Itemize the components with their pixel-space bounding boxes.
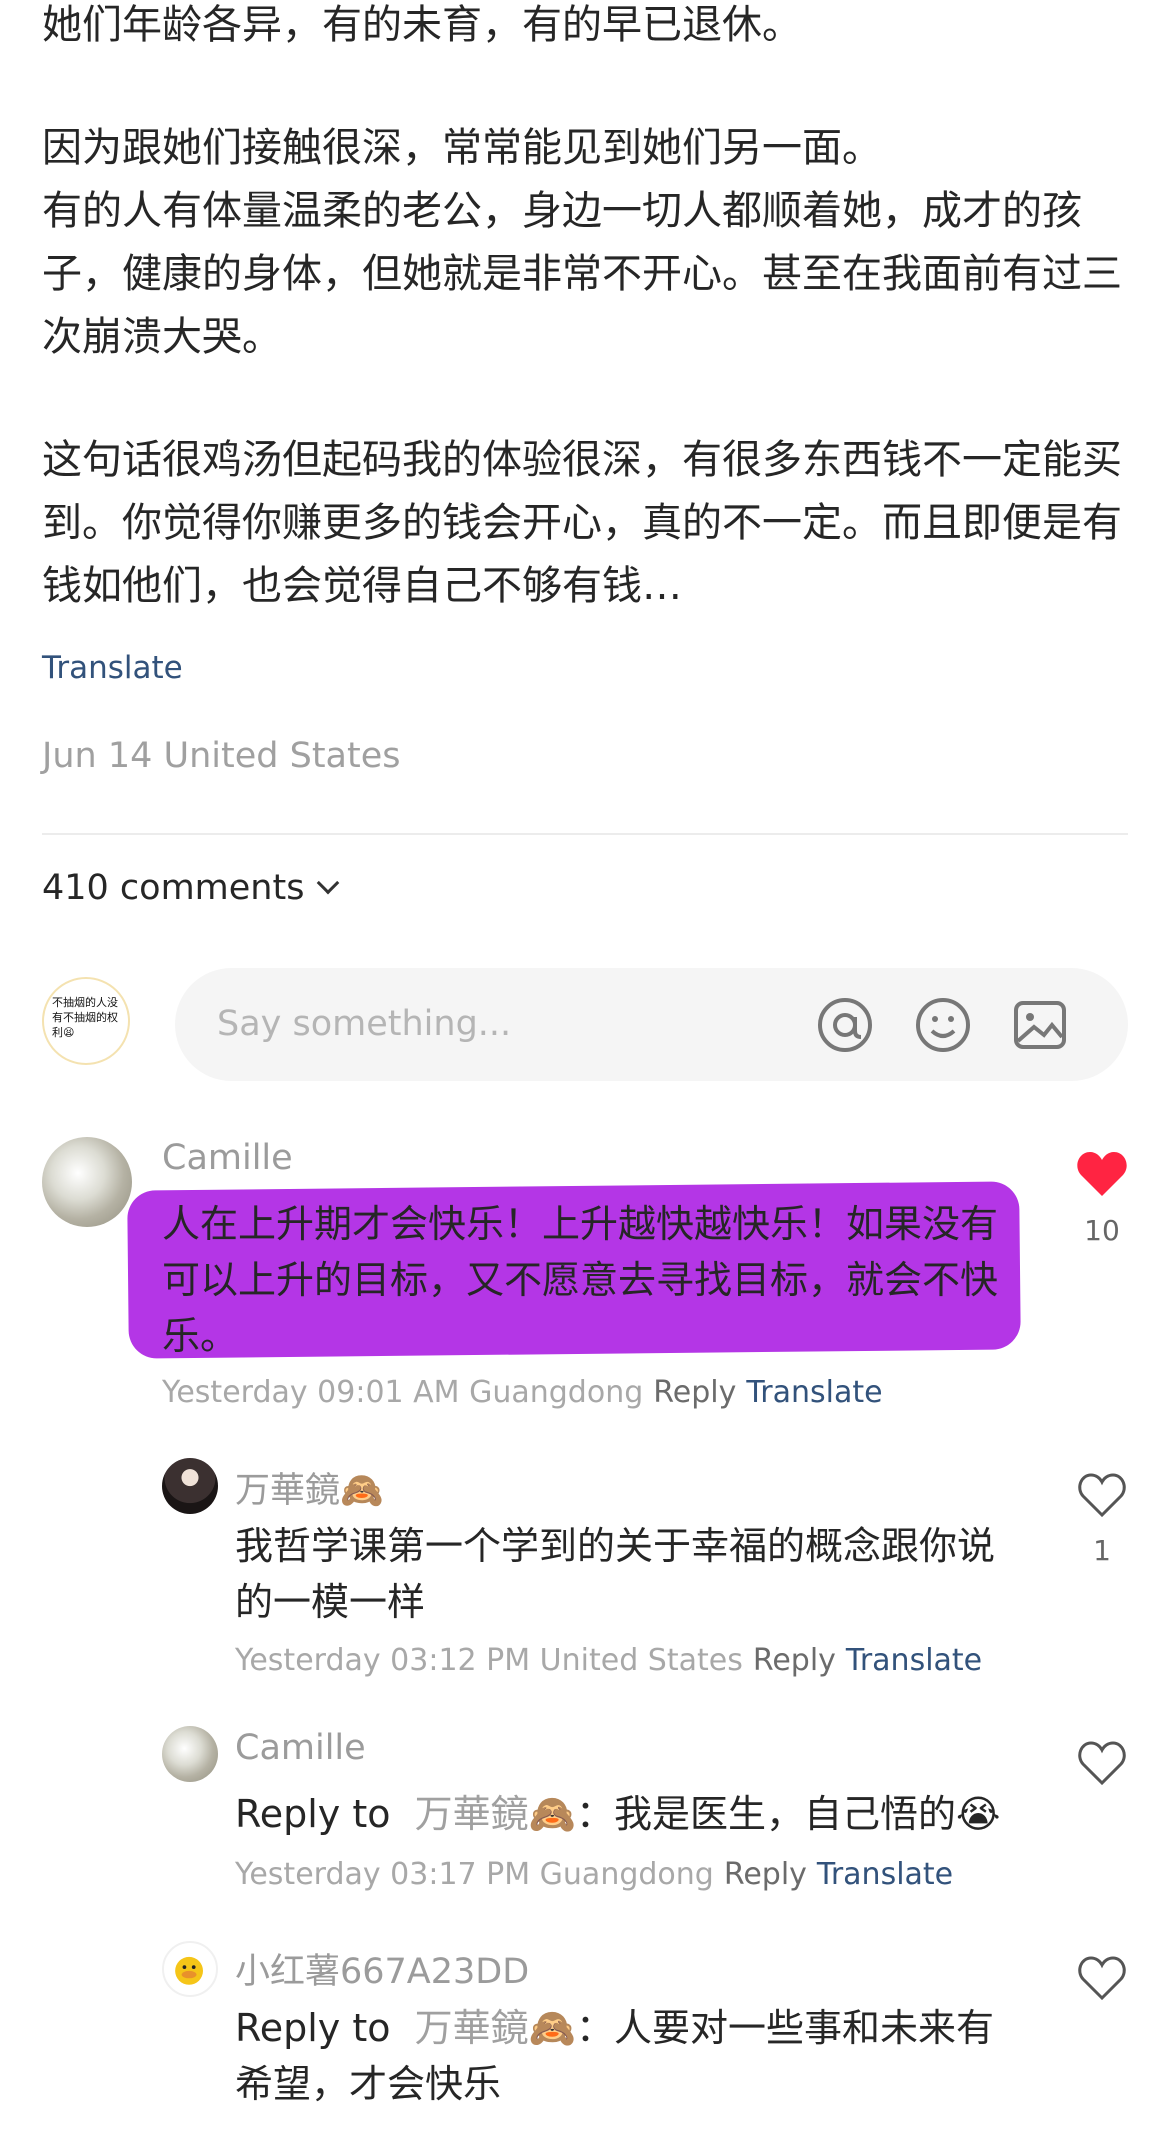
heart-outline-icon[interactable] bbox=[1076, 1739, 1128, 1787]
reply-author[interactable]: 万華鏡🙈 bbox=[235, 1462, 384, 1513]
reply-to-prefix: Reply to bbox=[235, 2006, 391, 2050]
reply-timestamp: Yesterday 03:17 PM Guangdong bbox=[235, 1857, 714, 1892]
comment-author[interactable]: Camille bbox=[162, 1138, 293, 1178]
reply-text: Reply to 万華鏡🙈：人要对一些事和未来有希望，才会快乐 bbox=[235, 2000, 1025, 2112]
chevron-down-icon bbox=[317, 871, 340, 895]
emoji-icon[interactable] bbox=[913, 995, 973, 1055]
like-count: 10 bbox=[1084, 1214, 1120, 1247]
translate-link[interactable]: Translate bbox=[746, 1375, 882, 1410]
avatar[interactable] bbox=[42, 1137, 132, 1227]
avatar[interactable] bbox=[162, 1458, 218, 1514]
reply-to-name[interactable]: 万華鏡🙈 bbox=[415, 2006, 576, 2050]
reply-to-name[interactable]: 万華鏡🙈 bbox=[415, 1792, 576, 1836]
heart-outline-icon[interactable] bbox=[1076, 1471, 1128, 1519]
heart-filled-icon[interactable] bbox=[1076, 1150, 1128, 1198]
comment-composer[interactable] bbox=[175, 968, 1128, 1081]
comment-text: 人在上升期才会快乐！上升越快越快乐！如果没有可以上升的目标，又不愿意去寻找目标，… bbox=[162, 1202, 999, 1358]
reply-text: 我哲学课第一个学到的关于幸福的概念跟你说的一模一样 bbox=[235, 1524, 996, 1624]
like-count: 1 bbox=[1093, 1534, 1111, 1567]
comment-input[interactable] bbox=[217, 996, 777, 1052]
reply-author[interactable]: Camille bbox=[235, 1728, 366, 1768]
post-paragraph: 她们年龄各异，有的未育，有的早已退休。 bbox=[42, 2, 802, 48]
reply-body: ：我是医生，自己悟的😭 bbox=[575, 1792, 1001, 1836]
avatar[interactable] bbox=[162, 1726, 218, 1782]
post-body: 她们年龄各异，有的未育，有的早已退休。 因为跟她们接触很深，常常能见到她们另一面… bbox=[42, 0, 1132, 678]
duck-avatar-icon bbox=[175, 1956, 203, 1985]
at-icon[interactable] bbox=[815, 995, 875, 1055]
divider bbox=[42, 833, 1128, 835]
post-paragraph: 因为跟她们接触很深，常常能见到她们另一面。 有的人有体量温柔的老公，身边一切人都… bbox=[42, 125, 1122, 360]
translate-link[interactable]: Translate bbox=[846, 1643, 982, 1678]
translate-post-link[interactable]: Translate bbox=[42, 650, 183, 686]
comment-timestamp: Yesterday 09:01 AM Guangdong bbox=[162, 1375, 644, 1410]
avatar[interactable] bbox=[162, 1941, 218, 1997]
translate-link[interactable]: Translate bbox=[817, 1857, 953, 1892]
post-date-location: Jun 14 United States bbox=[42, 736, 401, 776]
reply-to-prefix: Reply to bbox=[235, 1792, 391, 1836]
heart-outline-icon[interactable] bbox=[1076, 1954, 1128, 2002]
my-avatar-text: 不抽烟的人没有不抽烟的权利😫 bbox=[52, 996, 118, 1039]
comment-meta: Yesterday 09:01 AM Guangdong Reply Transla… bbox=[162, 1375, 883, 1410]
reply-meta: Yesterday 03:12 PM United States Reply Tra… bbox=[235, 1643, 982, 1678]
comments-sort-toggle[interactable]: 410 comments bbox=[42, 868, 340, 908]
reply-timestamp: Yesterday 03:12 PM United States bbox=[235, 1643, 743, 1678]
reply-text: Reply to 万華鏡🙈：我是医生，自己悟的😭 bbox=[235, 1786, 1065, 1842]
image-icon[interactable] bbox=[1010, 995, 1070, 1055]
reply-button[interactable]: Reply bbox=[753, 1643, 836, 1678]
reply-button[interactable]: Reply bbox=[724, 1857, 807, 1892]
reply-author[interactable]: 小红薯667A23DD bbox=[235, 1943, 529, 1994]
comments-count-label: 410 comments bbox=[42, 868, 305, 908]
reply-button[interactable]: Reply bbox=[653, 1375, 736, 1410]
my-avatar[interactable]: 不抽烟的人没有不抽烟的权利😫 bbox=[42, 977, 130, 1065]
reply-meta: Yesterday 03:17 PM Guangdong Reply Transla… bbox=[235, 1857, 953, 1892]
post-paragraph: 这句话很鸡汤但起码我的体验很深，有很多东西钱不一定能买到。你觉得你赚更多的钱会开… bbox=[42, 437, 1122, 609]
